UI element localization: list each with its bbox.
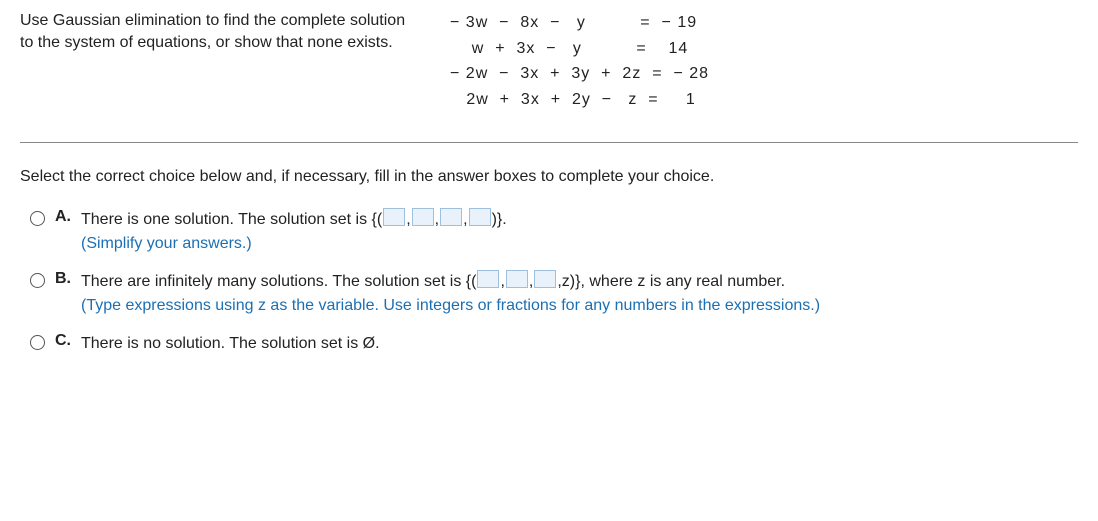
choice-c-letter: C. [55,332,73,350]
choice-c: C. There is no solution. The solution se… [30,332,1078,356]
choice-b-lead: There are infinitely many solutions. The… [81,273,466,290]
choice-b-letter: B. [55,270,73,288]
radio-a[interactable] [30,211,45,226]
question-top: Use Gaussian elimination to find the com… [20,10,1078,112]
choice-c-text: There is no solution. The solution set i… [81,332,380,356]
choice-b-set-open: {( [466,273,477,290]
eq-line-3: − 2w − 3x + 3y + 2z = − 28 [450,65,709,82]
answer-box-b1[interactable] [477,270,499,288]
answer-box-a4[interactable] [469,208,491,226]
choice-a-text: There is one solution. The solution set … [81,208,507,256]
answer-box-a1[interactable] [383,208,405,226]
answer-choices: A. There is one solution. The solution s… [20,208,1078,356]
comma-a2: , [435,211,439,228]
choice-b-after: where z is any real number. [585,273,785,290]
comma-b2: , [529,273,533,290]
choice-b-hint: (Type expressions using z as the variabl… [81,297,820,314]
answer-box-b2[interactable] [506,270,528,288]
choice-a-letter: A. [55,208,73,226]
choice-a: A. There is one solution. The solution s… [30,208,1078,256]
choice-a-set-open: {( [372,211,383,228]
choice-b: B. There are infinitely many solutions. … [30,270,1078,318]
answer-box-a3[interactable] [440,208,462,226]
answer-box-b3[interactable] [534,270,556,288]
comma-a1: , [406,211,410,228]
comma-b1: , [500,273,504,290]
answer-box-a2[interactable] [412,208,434,226]
instruction-text: Select the correct choice below and, if … [20,168,1078,186]
choice-b-tail: ,z)}, [557,273,585,290]
comma-a3: , [463,211,467,228]
choice-a-lead: There is one solution. The solution set … [81,211,372,228]
eq-line-4: 2w + 3x + 2y − z = 1 [450,91,696,108]
radio-c[interactable] [30,335,45,350]
question-prompt: Use Gaussian elimination to find the com… [20,10,410,55]
equation-system: − 3w − 8x − y = − 19 w + 3x − y = 14 − 2… [450,10,709,112]
choice-a-set-close: )}. [492,211,507,228]
eq-line-1: − 3w − 8x − y = − 19 [450,14,697,31]
choice-a-hint: (Simplify your answers.) [81,235,252,252]
choice-b-text: There are infinitely many solutions. The… [81,270,820,318]
divider [20,142,1078,143]
eq-line-2: w + 3x − y = 14 [450,40,688,57]
radio-b[interactable] [30,273,45,288]
